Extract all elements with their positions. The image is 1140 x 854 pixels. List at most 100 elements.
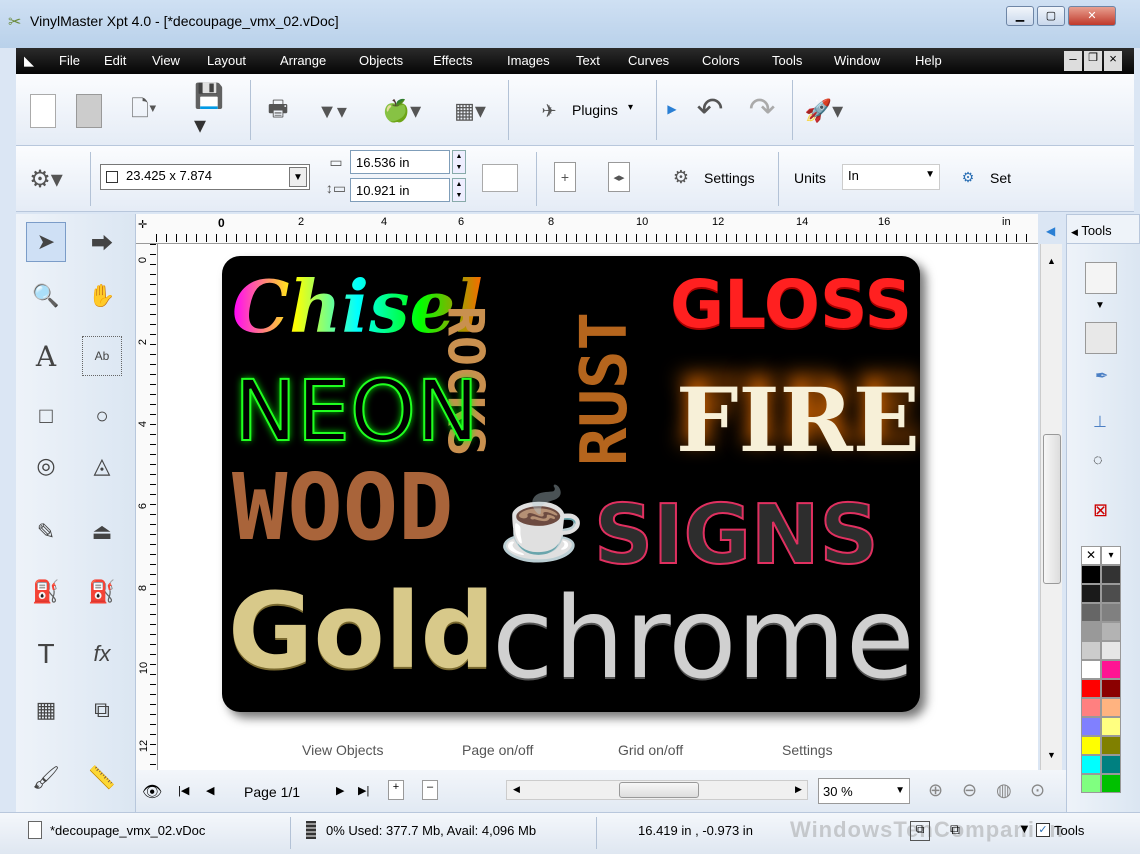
color-swatch[interactable] <box>1081 774 1101 793</box>
next-page-icon[interactable]: ▶ <box>336 784 344 797</box>
menu-images[interactable]: Images <box>507 53 550 68</box>
plugins-button[interactable]: Plugins <box>572 102 618 118</box>
height-stepper[interactable]: ▲ ▼ <box>452 178 466 202</box>
color-swatch[interactable] <box>1101 622 1121 641</box>
chevron-down-icon[interactable]: ▾ <box>628 102 633 113</box>
color-swatch[interactable] <box>1101 584 1121 603</box>
color-swatch[interactable] <box>1101 717 1121 736</box>
scroll-right-arrow-icon[interactable]: ▶ <box>795 784 802 795</box>
add-page-icon[interactable]: + <box>554 162 576 192</box>
add-page-icon[interactable]: + <box>388 780 404 800</box>
view-eye-icon[interactable]: 👁 <box>142 782 162 802</box>
rectangle-tool[interactable]: □ <box>26 396 66 436</box>
group-icon[interactable]: ⧉ <box>950 821 960 838</box>
grid-toggle-link[interactable]: Grid on/off <box>618 742 683 758</box>
artwork-panel[interactable]: Chisel ROCKS RUST GLOSS NEON FIRE WOOD ☕… <box>222 256 920 712</box>
color-swatch[interactable] <box>1081 660 1101 679</box>
select-arrow-tool[interactable]: ➤ <box>26 222 66 262</box>
width-field[interactable] <box>350 150 450 174</box>
scroll-up-arrow-icon[interactable]: ▲ <box>1047 256 1056 266</box>
menu-view[interactable]: View <box>152 53 180 68</box>
color-swatch[interactable] <box>1101 641 1121 660</box>
horizontal-scroll-thumb[interactable] <box>619 782 699 798</box>
menu-curves[interactable]: Curves <box>628 53 669 68</box>
image-tool[interactable]: ▦ <box>26 690 66 730</box>
mdi-minimize-button[interactable]: – <box>1064 51 1082 71</box>
horizontal-ruler[interactable]: ✛ 0 2 4 6 8 10 12 14 16 in <box>136 214 1038 244</box>
color-swatch[interactable] <box>1101 755 1121 774</box>
swap-arrow-icon[interactable]: ▼ <box>1095 300 1105 311</box>
menu-effects[interactable]: Effects <box>433 53 473 68</box>
type-effects-tool[interactable]: T <box>26 634 66 674</box>
word-gloss[interactable]: GLOSS <box>670 266 912 343</box>
word-chrome[interactable]: chrome <box>492 574 915 704</box>
paint-bucket-tool[interactable]: ⛽ <box>82 572 122 612</box>
undo-icon[interactable]: ↶ <box>690 90 730 128</box>
print-icon[interactable]: 🖶 <box>262 94 294 128</box>
mdi-close-button[interactable]: × <box>1104 51 1122 71</box>
color-swatch[interactable] <box>1101 565 1121 584</box>
first-page-icon[interactable]: |◀ <box>178 784 189 797</box>
save-icon[interactable]: 💾▾ <box>194 83 234 139</box>
color-swatch[interactable] <box>1081 603 1101 622</box>
scroll-left-arrow-icon[interactable]: ◀ <box>513 784 520 795</box>
fill-cone-tool[interactable]: ⏏ <box>82 512 122 552</box>
color-swatch[interactable] <box>1081 755 1101 774</box>
zoom-out-icon[interactable]: ⊖ <box>962 780 977 801</box>
expand-arrow-icon[interactable]: ▶ <box>666 102 678 116</box>
color-swatch[interactable] <box>1101 736 1121 755</box>
panel-collapse-arrow-icon[interactable]: ◀ <box>1046 224 1055 238</box>
color-swatch[interactable] <box>1101 774 1121 793</box>
no-color-swatch[interactable]: ✕ <box>1081 546 1101 565</box>
height-field[interactable] <box>350 178 450 202</box>
eyedropper-icon[interactable]: ✒ <box>1095 366 1108 386</box>
menu-colors[interactable]: Colors <box>702 53 740 68</box>
measure-tool[interactable]: 📏 <box>82 758 122 798</box>
word-gold[interactable]: Gold <box>228 570 495 692</box>
document-size-select[interactable]: 23.425 x 7.874 ▼ <box>100 164 310 190</box>
scroll-down-arrow-icon[interactable]: ▼ <box>1047 750 1056 760</box>
width-stepper[interactable]: ▲ ▼ <box>452 150 466 174</box>
text-frame-tool[interactable]: Ab <box>82 336 122 376</box>
polygon-tool[interactable]: ◬ <box>82 446 122 486</box>
weed-tool-icon[interactable]: ⊥ <box>1093 412 1107 432</box>
color-swatch[interactable]: ▾ <box>1101 546 1121 565</box>
zoom-page-icon[interactable]: ⊙ <box>1030 780 1045 801</box>
snap-icon[interactable]: ⧉ <box>910 821 930 841</box>
units-set-icon[interactable]: ⚙ <box>958 166 978 188</box>
tools-checkbox[interactable]: ✓ <box>1036 823 1050 837</box>
weld-tool[interactable]: ⧉ <box>82 690 122 730</box>
mdi-restore-button[interactable]: ❐ <box>1084 51 1102 71</box>
maximize-button[interactable]: ▢ <box>1037 6 1065 26</box>
word-neon[interactable]: NEON <box>233 361 480 461</box>
outline-color-box[interactable] <box>1085 322 1117 354</box>
no-fill-bucket-icon[interactable]: ⊠ <box>1093 500 1108 521</box>
menu-arrange[interactable]: Arrange <box>280 53 326 68</box>
menu-file[interactable]: File <box>59 53 80 68</box>
new-document-icon[interactable] <box>30 94 56 128</box>
horizontal-scrollbar[interactable]: ◀ ▶ <box>506 780 808 800</box>
delete-page-icon[interactable]: – <box>422 780 438 800</box>
paint-bucket-add-tool[interactable]: ⛽ <box>26 572 66 612</box>
open-book-icon[interactable] <box>76 94 102 128</box>
zoom-in-icon[interactable]: ⊕ <box>928 780 943 801</box>
menu-help[interactable]: Help <box>915 53 942 68</box>
ruler-corner-icon[interactable]: ✛ <box>138 218 147 231</box>
color-swatch[interactable] <box>1081 736 1101 755</box>
vertical-scrollbar[interactable]: ▲ ▼ <box>1040 244 1062 770</box>
color-swatch[interactable] <box>1081 698 1101 717</box>
fx-effects-tool[interactable]: fx <box>82 634 122 674</box>
color-swatch[interactable] <box>1081 641 1101 660</box>
color-swatch[interactable] <box>1081 717 1101 736</box>
ellipse-tool[interactable]: ○ <box>82 396 122 436</box>
brush-tool[interactable]: 🖌 <box>26 758 66 798</box>
color-swatch[interactable] <box>1101 698 1121 717</box>
pan-hand-tool[interactable]: ✋ <box>82 276 122 316</box>
zoom-fit-icon[interactable]: ◍ <box>996 780 1012 801</box>
color-swatch[interactable] <box>1081 679 1101 698</box>
plugin-icon[interactable]: ✈ <box>534 96 564 126</box>
color-swatch[interactable] <box>1101 660 1121 679</box>
outline-shape-icon[interactable]: ◌ <box>1093 452 1103 470</box>
vertical-ruler[interactable]: 0 2 4 6 8 10 12 <box>136 244 158 770</box>
canvas-settings-link[interactable]: Settings <box>782 742 833 758</box>
